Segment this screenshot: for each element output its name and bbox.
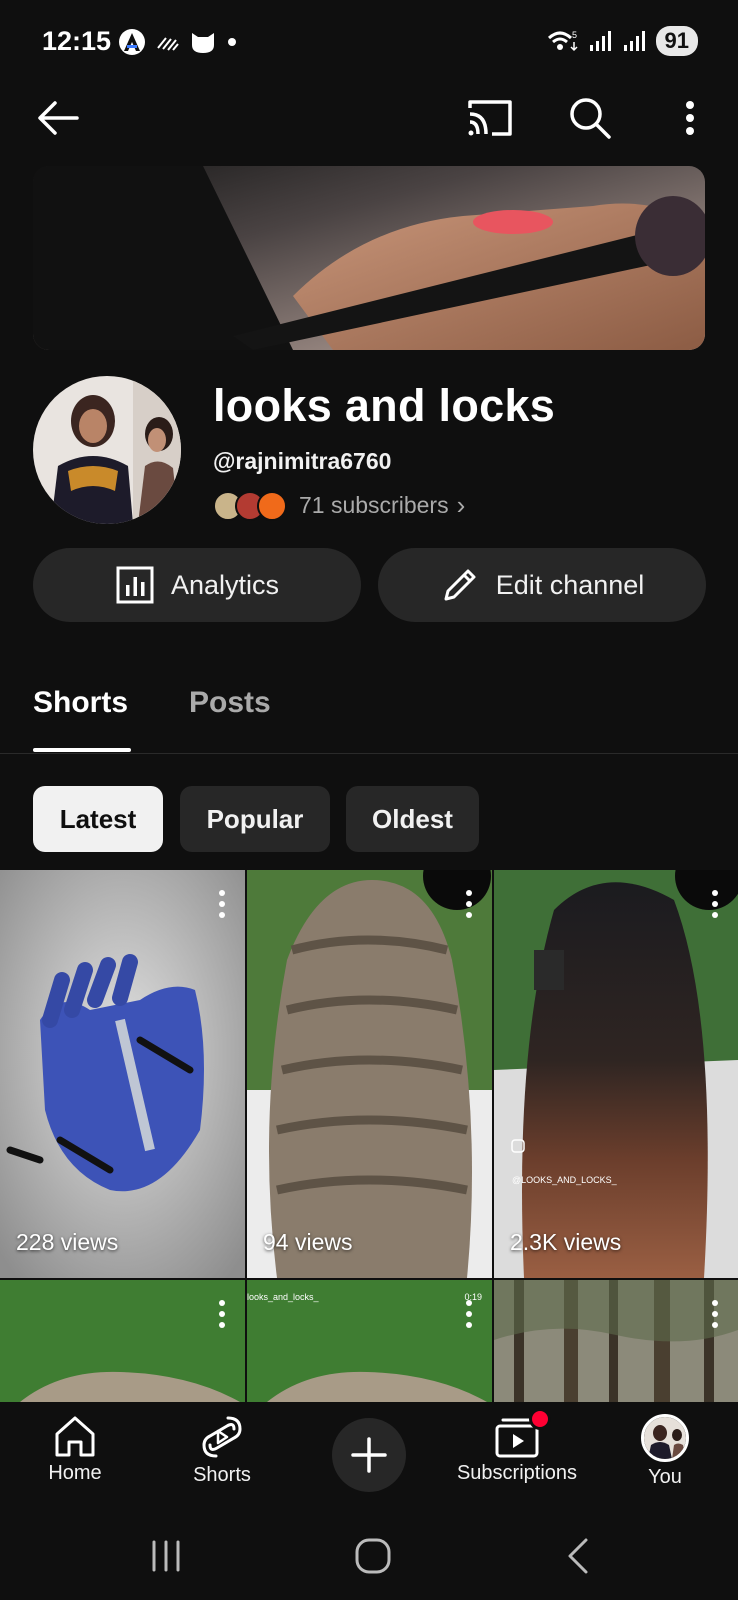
tab-shorts[interactable]: Shorts xyxy=(33,686,128,720)
cast-icon xyxy=(468,100,512,136)
create-button[interactable] xyxy=(332,1418,406,1492)
short-thumbnail[interactable] xyxy=(0,1280,245,1402)
signal-stripes-icon xyxy=(157,37,179,51)
active-tab-indicator xyxy=(33,748,131,752)
subscriber-count: 71 subscribers xyxy=(299,492,449,518)
subscribers-row[interactable]: 71 subscribers › xyxy=(213,490,465,521)
short-thumbnail[interactable]: @LOOKS_AND_LOCKS_ 2.3K views xyxy=(494,870,738,1278)
dot-icon xyxy=(228,38,236,46)
subscriber-avatar xyxy=(257,490,287,521)
chip-popular[interactable]: Popular xyxy=(180,786,330,852)
nav-you-label: You xyxy=(648,1466,682,1488)
more-options-button[interactable] xyxy=(672,94,708,142)
short-more-button[interactable] xyxy=(217,890,227,918)
short-more-button[interactable] xyxy=(710,890,720,918)
tab-posts[interactable]: Posts xyxy=(189,686,271,720)
analytics-button[interactable]: Analytics xyxy=(33,548,361,622)
status-bar: 12:15 5 91 xyxy=(0,0,738,86)
chip-latest[interactable]: Latest xyxy=(33,786,163,852)
nav-subscriptions-label: Subscriptions xyxy=(456,1462,578,1484)
android-auto-icon xyxy=(119,29,145,55)
short-more-button[interactable] xyxy=(464,890,474,918)
svg-text:5: 5 xyxy=(572,30,577,40)
signal-icon xyxy=(589,31,611,51)
short-image xyxy=(0,1280,245,1402)
cast-button[interactable] xyxy=(464,94,516,142)
nav-shorts-label: Shorts xyxy=(193,1464,251,1486)
short-image xyxy=(494,1280,738,1402)
edit-channel-button[interactable]: Edit channel xyxy=(378,548,706,622)
short-watermark: @LOOKS_AND_LOCKS_ xyxy=(512,1175,617,1185)
signal-icon xyxy=(623,31,645,51)
short-image xyxy=(247,870,492,1278)
analytics-icon xyxy=(116,566,154,604)
short-image xyxy=(494,870,738,1278)
nav-you[interactable]: You xyxy=(630,1414,700,1489)
search-button[interactable] xyxy=(566,94,614,142)
nav-subscriptions[interactable]: Subscriptions xyxy=(452,1408,582,1485)
status-time: 12:15 xyxy=(42,26,112,56)
back-button[interactable] xyxy=(34,94,82,142)
short-thumbnail[interactable] xyxy=(494,1280,738,1402)
home-icon xyxy=(55,1416,95,1457)
short-thumbnail[interactable]: 94 views xyxy=(247,870,492,1278)
status-icons-right: 5 91 xyxy=(546,26,698,56)
more-vert-icon xyxy=(686,101,694,135)
short-views: 2.3K views xyxy=(510,1229,622,1255)
short-more-button[interactable] xyxy=(217,1300,227,1328)
wifi-icon: 5 xyxy=(547,30,578,52)
channel-name: looks and locks xyxy=(213,380,556,431)
channel-avatar[interactable] xyxy=(33,376,181,524)
notification-badge-icon xyxy=(529,1408,551,1430)
short-image xyxy=(0,870,245,1278)
chevron-right-icon: › xyxy=(456,490,466,520)
nav-home[interactable]: Home xyxy=(40,1414,110,1485)
nav-home-label: Home xyxy=(48,1462,102,1484)
short-views: 94 views xyxy=(263,1229,353,1255)
status-icons-left xyxy=(118,28,238,56)
pencil-icon xyxy=(444,569,476,601)
chip-oldest[interactable]: Oldest xyxy=(346,786,479,852)
channel-banner xyxy=(33,166,705,350)
shorts-icon xyxy=(202,1416,242,1458)
channel-handle: @rajnimitra6760 xyxy=(213,448,392,474)
battery-indicator: 91 xyxy=(655,26,698,56)
edit-channel-label: Edit channel xyxy=(495,569,645,600)
short-views: 228 views xyxy=(16,1229,119,1255)
nav-shorts[interactable]: Shorts xyxy=(187,1414,257,1487)
search-icon xyxy=(570,98,611,139)
bottom-navigation: Home Shorts Subscriptions You xyxy=(0,1402,738,1510)
analytics-label: Analytics xyxy=(170,569,280,600)
home-circle-icon[interactable] xyxy=(353,1536,393,1576)
short-thumbnail[interactable]: looks_and_locks_ 0:19 xyxy=(247,1280,492,1402)
system-navigation-bar xyxy=(0,1510,738,1600)
system-back-icon[interactable] xyxy=(564,1536,592,1576)
cat-mask-icon xyxy=(192,33,214,53)
short-more-button[interactable] xyxy=(464,1300,474,1328)
you-avatar xyxy=(641,1414,689,1462)
recent-apps-icon[interactable] xyxy=(148,1538,184,1574)
back-arrow-icon xyxy=(38,101,79,135)
short-caption: looks_and_locks_ xyxy=(247,1292,319,1302)
plus-icon xyxy=(351,1437,387,1473)
subscriber-avatars xyxy=(213,490,287,521)
tab-divider xyxy=(0,753,738,754)
short-more-button[interactable] xyxy=(710,1300,720,1328)
short-thumbnail[interactable]: 228 views xyxy=(0,870,245,1278)
